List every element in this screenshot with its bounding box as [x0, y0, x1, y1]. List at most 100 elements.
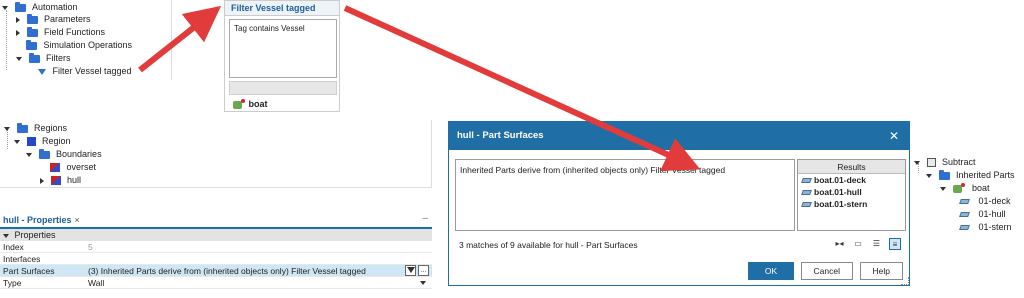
ok-button[interactable]: OK: [748, 262, 795, 280]
tree-label: Subtract: [942, 157, 976, 167]
expand-icon[interactable]: [4, 126, 10, 131]
properties-tabbar: hull - Properties × –: [0, 213, 432, 229]
dialog-buttons: OK Cancel Help: [744, 262, 903, 280]
folder-icon: [14, 1, 26, 12]
flat-list-icon[interactable]: ≡: [889, 238, 901, 250]
ellipsis-button[interactable]: …: [418, 265, 429, 276]
filter-button[interactable]: [405, 265, 416, 276]
folder-icon: [26, 26, 38, 37]
close-icon[interactable]: ×: [75, 215, 80, 225]
properties-panel: hull - Properties × – Properties Index 5 …: [0, 213, 432, 298]
folder-icon: [26, 39, 37, 50]
expand-icon[interactable]: [940, 186, 946, 191]
tree-label: Simulation Operations: [43, 40, 133, 50]
result-item[interactable]: boat.01-deck: [798, 174, 905, 186]
collapse-icon[interactable]: [16, 29, 20, 36]
tree-node-01-stern[interactable]: 01-stern: [959, 221, 1012, 233]
tree-label: 01-hull: [978, 209, 1006, 219]
folder-icon: [26, 13, 38, 24]
property-row-part-surfaces[interactable]: Part Surfaces (3) Inherited Parts derive…: [0, 265, 432, 277]
expand-icon[interactable]: [914, 160, 920, 165]
filter-description-box[interactable]: Inherited Parts derive from (inherited o…: [455, 159, 795, 231]
tree-label: Automation: [32, 2, 78, 12]
tree-node-filter-vessel-tagged[interactable]: Filter Vessel tagged: [38, 65, 132, 77]
collapse-icon[interactable]: [40, 177, 44, 184]
filter-description-text: Inherited Parts derive from (inherited o…: [460, 165, 726, 175]
filter-results-header: [229, 81, 337, 95]
surface-icon: [959, 225, 970, 231]
tree-node-parameters[interactable]: Parameters: [16, 13, 91, 25]
view-toolbar: ▸◂ ▭ ☰ ≡: [829, 238, 901, 250]
property-row-interfaces[interactable]: Interfaces: [0, 253, 432, 265]
folder-icon: [938, 169, 950, 180]
filter-result-item[interactable]: boat: [233, 98, 268, 109]
regions-tree: Regions Region Boundaries overset hull: [0, 120, 432, 188]
property-value: 5: [88, 242, 93, 252]
surface-icon: [801, 202, 812, 208]
expand-icon[interactable]: [14, 139, 20, 144]
result-item[interactable]: boat.01-stern: [798, 198, 905, 210]
tree-label: Filters: [46, 53, 71, 63]
tree-node-field-functions[interactable]: Field Functions: [16, 26, 105, 38]
tree-node-automation[interactable]: Automation: [2, 1, 78, 13]
tree-node-hull[interactable]: hull: [40, 174, 81, 186]
resize-grip[interactable]: [901, 277, 909, 285]
surface-icon: [959, 212, 970, 218]
tree-label: boat: [972, 183, 990, 193]
property-key: Interfaces: [3, 254, 41, 264]
expand-icon[interactable]: [26, 152, 32, 157]
properties-section-header[interactable]: Properties: [0, 229, 432, 241]
tree-node-boat[interactable]: boat: [940, 182, 990, 194]
split-view-icon[interactable]: ▸◂: [833, 238, 845, 250]
tree-node-filters[interactable]: Filters: [16, 52, 71, 64]
property-row-index[interactable]: Index 5: [0, 241, 432, 253]
tree-node-subtract[interactable]: Subtract: [914, 156, 976, 168]
tree-label: Parameters: [44, 14, 91, 24]
tree-node-region[interactable]: Region: [14, 135, 71, 147]
tree-node-overset[interactable]: overset: [50, 161, 96, 173]
boundary-icon: [50, 176, 61, 186]
part-surfaces-dialog: hull - Part Surfaces ✕ Inherited Parts d…: [448, 121, 910, 286]
folder-icon: [38, 148, 50, 159]
surface-icon: [801, 190, 812, 196]
expand-icon[interactable]: [3, 233, 9, 238]
result-item[interactable]: boat.01-hull: [798, 186, 905, 198]
tree-label: hull: [67, 175, 82, 185]
close-icon[interactable]: ✕: [889, 122, 899, 150]
property-row-type[interactable]: Type Wall: [0, 277, 432, 289]
expand-icon[interactable]: [16, 56, 22, 61]
tree-node-regions[interactable]: Regions: [4, 122, 67, 134]
tree-label: Region: [42, 136, 71, 146]
tree-list-icon[interactable]: ☰: [870, 238, 882, 250]
expand-icon[interactable]: [2, 5, 8, 10]
tree-node-boundaries[interactable]: Boundaries: [26, 148, 102, 160]
tree-label: Inherited Parts: [956, 170, 1015, 180]
filter-result-label: boat: [248, 99, 268, 109]
tree-label: 01-stern: [978, 222, 1012, 232]
filter-title: Filter Vessel tagged: [225, 1, 339, 16]
cancel-button[interactable]: Cancel: [800, 262, 853, 280]
tree-label: 01-deck: [978, 196, 1011, 206]
dropdown-icon[interactable]: [420, 281, 426, 285]
results-list: Results boat.01-deck boat.01-hull boat.0…: [797, 159, 906, 231]
folder-icon: [16, 122, 28, 133]
folder-icon: [28, 52, 40, 63]
collapse-icon[interactable]: [16, 16, 20, 23]
boundary-icon: [50, 163, 60, 173]
tree-node-inherited-parts[interactable]: Inherited Parts: [926, 169, 1015, 181]
tab-hull-properties[interactable]: hull - Properties ×: [3, 215, 80, 225]
comment-icon[interactable]: ▭: [852, 238, 864, 250]
filter-criteria-box[interactable]: Tag contains Vessel: [229, 19, 337, 78]
surface-icon: [801, 178, 812, 184]
property-value: (3) Inherited Parts derive from (inherit…: [88, 266, 366, 276]
expand-icon[interactable]: [926, 173, 932, 178]
property-key: Part Surfaces: [3, 266, 55, 276]
tree-node-01-hull[interactable]: 01-hull: [959, 208, 1006, 220]
tree-node-simulation-operations[interactable]: Simulation Operations: [26, 39, 132, 51]
tree-node-01-deck[interactable]: 01-deck: [959, 195, 1011, 207]
filter-icon: [406, 267, 415, 274]
section-label: Properties: [14, 230, 56, 240]
results-header: Results: [798, 160, 905, 174]
help-button[interactable]: Help: [859, 262, 903, 280]
minimize-icon[interactable]: –: [422, 213, 428, 224]
